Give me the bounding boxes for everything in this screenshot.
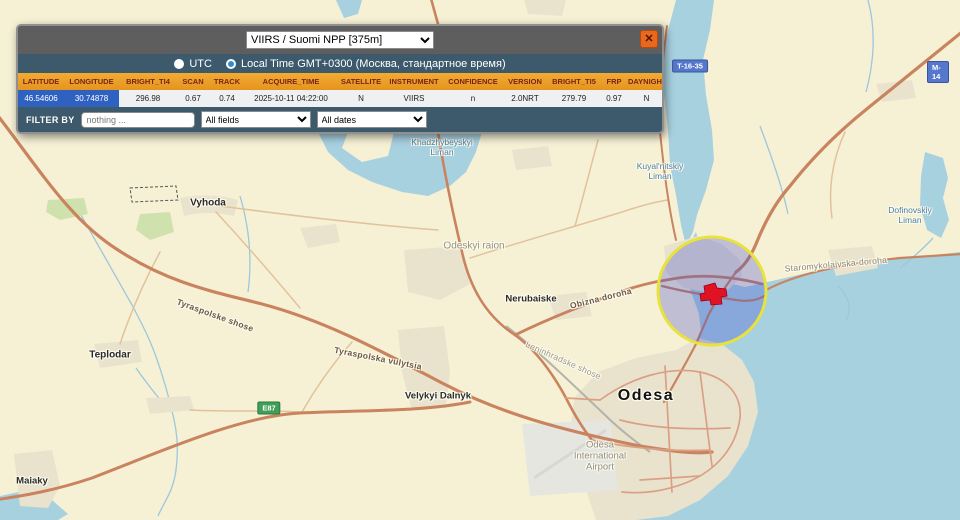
table-header-row: LATITUDE LONGITUDE BRIGHT_TI4 SCAN TRACK… <box>18 73 664 90</box>
road-badge-t16-35: T-16-35 <box>672 60 708 73</box>
col-latitude[interactable]: LATITUDE <box>18 73 64 90</box>
cell-satellite: N <box>337 90 385 107</box>
map-viewport[interactable]: Khadzhybeyskyi Liman Kuyal'nitskiy Liman… <box>0 0 960 520</box>
col-acquire-time[interactable]: ACQUIRE_TIME <box>245 73 337 90</box>
dataset-select[interactable]: VIIRS / Suomi NPP [375m] <box>246 31 434 49</box>
cell-acquire-time: 2025-10-11 04:22:00 <box>245 90 337 107</box>
filter-bar: FILTER BY All fields All dates <box>18 107 662 132</box>
col-daynight[interactable]: DAYNIGHT <box>627 73 664 90</box>
fire-attributes-table: LATITUDE LONGITUDE BRIGHT_TI4 SCAN TRACK… <box>18 73 664 107</box>
col-bright-ti4[interactable]: BRIGHT_TI4 <box>119 73 177 90</box>
col-scan[interactable]: SCAN <box>177 73 209 90</box>
filter-input[interactable] <box>81 112 195 128</box>
col-track[interactable]: TRACK <box>209 73 245 90</box>
col-confidence[interactable]: CONFIDENCE <box>443 73 503 90</box>
filter-dates-select[interactable]: All dates <box>317 111 427 128</box>
road-badge-m14: M-14 <box>927 61 949 83</box>
cell-frp: 0.97 <box>601 90 627 107</box>
cell-confidence: n <box>443 90 503 107</box>
utc-radio-label: UTC <box>189 58 212 70</box>
cell-version: 2.0NRT <box>503 90 547 107</box>
filter-fields-select[interactable]: All fields <box>201 111 311 128</box>
col-version[interactable]: VERSION <box>503 73 547 90</box>
cell-scan: 0.67 <box>177 90 209 107</box>
col-longitude[interactable]: LONGITUDE <box>64 73 119 90</box>
col-bright-ti5[interactable]: BRIGHT_TI5 <box>547 73 601 90</box>
cell-daynight: N <box>627 90 664 107</box>
col-instrument[interactable]: INSTRUMENT <box>385 73 443 90</box>
close-icon[interactable]: ✕ <box>640 30 658 48</box>
cell-track: 0.74 <box>209 90 245 107</box>
local-time-radio-label: Local Time GMT+0300 (Москва, стандартное… <box>241 58 506 70</box>
panel-titlebar: VIIRS / Suomi NPP [375m] ✕ <box>18 26 662 54</box>
road-badge-e87: E87 <box>257 402 280 415</box>
cell-instrument: VIIRS <box>385 90 443 107</box>
utc-radio-circle[interactable] <box>174 59 184 69</box>
col-satellite[interactable]: SATELLITE <box>337 73 385 90</box>
local-time-radio[interactable]: Local Time GMT+0300 (Москва, стандартное… <box>226 58 506 70</box>
col-frp[interactable]: FRP <box>601 73 627 90</box>
cell-longitude[interactable]: 30.74878 <box>64 90 119 107</box>
fire-data-panel: VIIRS / Suomi NPP [375m] ✕ UTC Local Tim… <box>16 24 664 134</box>
filter-by-label: FILTER BY <box>26 115 75 125</box>
local-time-radio-circle[interactable] <box>226 59 236 69</box>
cell-bright-ti5: 279.79 <box>547 90 601 107</box>
cell-bright-ti4: 296.98 <box>119 90 177 107</box>
utc-radio[interactable]: UTC <box>174 58 212 70</box>
cell-latitude[interactable]: 46.54606 <box>18 90 64 107</box>
time-toggle-bar: UTC Local Time GMT+0300 (Москва, стандар… <box>18 54 662 73</box>
boundary-dashed <box>130 186 178 202</box>
table-row[interactable]: 46.54606 30.74878 296.98 0.67 0.74 2025-… <box>18 90 664 107</box>
